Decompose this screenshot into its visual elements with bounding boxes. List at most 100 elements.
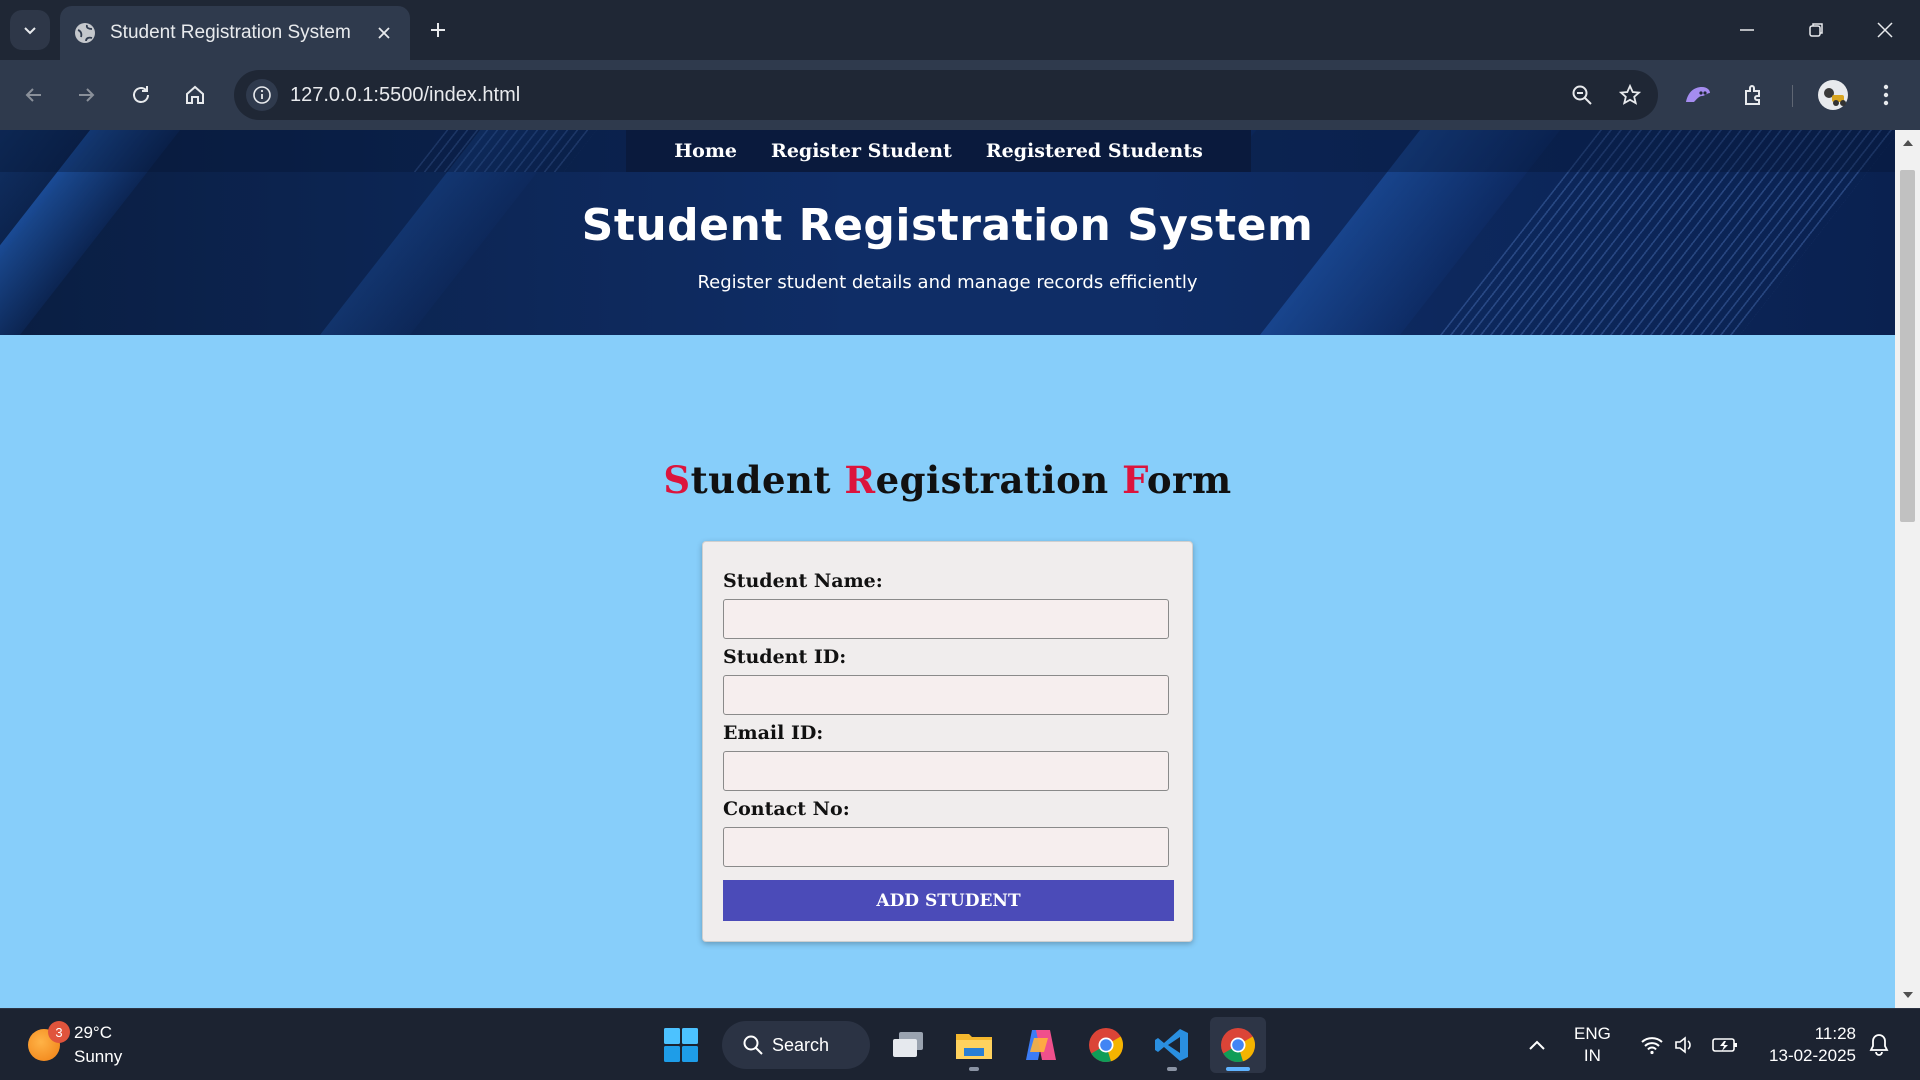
heading-word: egistration — [875, 458, 1123, 502]
task-view-icon — [893, 1032, 923, 1057]
weather-condition: Sunny — [74, 1047, 123, 1066]
taskbar-search[interactable]: Search — [722, 1021, 870, 1069]
volume-icon — [1675, 1036, 1691, 1054]
show-hidden-icons-button[interactable] — [1528, 1009, 1546, 1080]
extensions-button[interactable] — [1734, 75, 1774, 115]
windows-start-icon — [664, 1028, 698, 1062]
contact-no-input[interactable] — [723, 827, 1169, 867]
close-icon — [378, 27, 390, 39]
student-name-input[interactable] — [723, 599, 1169, 639]
vscode-button[interactable] — [1144, 1017, 1200, 1073]
heading-initial: F — [1122, 458, 1147, 502]
chrome-active-icon — [1221, 1028, 1256, 1063]
browser-tab[interactable]: Student Registration System — [60, 6, 410, 60]
contact-no-label: Contact No: — [723, 798, 850, 820]
email-id-label: Email ID: — [723, 722, 824, 744]
clock-time: 11:28 — [1814, 1024, 1856, 1043]
copilot-button[interactable] — [1012, 1017, 1068, 1073]
page-scrollbar[interactable] — [1895, 130, 1920, 1008]
weather-temp: 29°C — [74, 1023, 112, 1042]
reload-button[interactable] — [121, 75, 161, 115]
arrow-right-icon — [79, 88, 95, 102]
student-name-label: Student Name: — [723, 570, 883, 592]
search-label: Search — [772, 1034, 830, 1055]
minimize-button[interactable] — [1722, 10, 1772, 50]
form-heading: Student Registration Form — [0, 458, 1895, 502]
running-indicator — [1167, 1067, 1177, 1071]
arrow-left-icon — [25, 88, 41, 102]
task-view-button[interactable] — [880, 1017, 936, 1073]
wifi-icon — [1641, 1037, 1663, 1055]
chrome-active-button[interactable] — [1210, 1017, 1266, 1073]
tab-search-button[interactable] — [10, 10, 50, 50]
close-tab-button[interactable] — [372, 21, 396, 45]
profile-button[interactable] — [1813, 75, 1853, 115]
search-icon — [743, 1035, 763, 1055]
nav-register-student[interactable]: Register Student — [771, 140, 952, 162]
wifi-status[interactable] — [1640, 1009, 1664, 1080]
add-student-button[interactable]: ADD STUDENT — [723, 880, 1174, 921]
system-clock[interactable]: 11:28 13-02-2025 — [1756, 1023, 1856, 1067]
address-bar[interactable]: 127.0.0.1:5500/index.html — [234, 70, 1658, 120]
nav-home[interactable]: Home — [674, 140, 737, 162]
gemini-icon — [1686, 87, 1710, 102]
page-subtitle: Register student details and manage reco… — [697, 272, 1198, 293]
site-info-icon[interactable] — [246, 79, 278, 111]
forward-button[interactable] — [66, 75, 106, 115]
battery-status[interactable] — [1712, 1009, 1738, 1080]
url-text[interactable]: 127.0.0.1:5500/index.html — [290, 84, 1562, 107]
volume-status[interactable] — [1674, 1009, 1696, 1080]
weather-widget[interactable]: 3 29°C Sunny — [28, 1021, 122, 1069]
gemini-button[interactable] — [1678, 75, 1718, 115]
globe-icon — [75, 23, 95, 43]
chrome-icon — [1089, 1028, 1124, 1063]
copilot-icon — [1026, 1030, 1056, 1060]
page-viewport: Home Register Student Registered Student… — [0, 130, 1895, 1008]
nav-registered-students[interactable]: Registered Students — [986, 140, 1203, 162]
battery-charging-icon — [1712, 1038, 1737, 1052]
page-title: Student Registration System — [581, 200, 1314, 251]
start-button[interactable] — [653, 1017, 709, 1073]
reload-icon — [133, 86, 149, 103]
minimize-icon — [1740, 29, 1754, 31]
home-button[interactable] — [175, 75, 215, 115]
zoom-icon — [1572, 85, 1592, 105]
chevron-down-icon — [24, 27, 36, 35]
close-window-button[interactable] — [1860, 10, 1910, 50]
bookmark-button[interactable] — [1610, 75, 1650, 115]
scroll-down-arrow-icon[interactable] — [1901, 988, 1914, 1001]
hero-banner: Home Register Student Registered Student… — [0, 130, 1895, 335]
main-nav: Home Register Student Registered Student… — [626, 130, 1251, 172]
new-tab-button[interactable] — [422, 14, 454, 46]
browser-toolbar: 127.0.0.1:5500/index.html — [0, 60, 1920, 130]
windows-taskbar: 3 29°C Sunny Search ENG IN 11:28 13-02-2… — [0, 1008, 1920, 1080]
email-id-input[interactable] — [723, 751, 1169, 791]
scroll-up-arrow-icon[interactable] — [1901, 136, 1914, 149]
language-code: ENG — [1574, 1024, 1611, 1043]
restore-button[interactable] — [1791, 10, 1841, 50]
registration-form: Student Name: Student ID: Email ID: Cont… — [702, 541, 1193, 942]
scrollbar-thumb[interactable] — [1900, 170, 1915, 522]
file-explorer-icon — [956, 1034, 992, 1059]
more-vert-icon — [1883, 84, 1889, 106]
puzzle-icon — [1745, 85, 1760, 105]
language-indicator[interactable]: ENG IN — [1574, 1023, 1611, 1067]
back-button[interactable] — [14, 75, 54, 115]
heading-initial: S — [663, 458, 691, 502]
notification-badge: 3 — [48, 1021, 70, 1043]
restore-icon — [1809, 23, 1823, 37]
heading-word: orm — [1146, 458, 1232, 502]
chrome-taskbar-button[interactable] — [1078, 1017, 1134, 1073]
sun-icon: 3 — [28, 1021, 70, 1061]
toolbar-divider — [1792, 85, 1793, 107]
tab-title: Student Registration System — [110, 22, 351, 43]
avatar-icon — [1818, 80, 1848, 110]
notifications-button[interactable] — [1868, 1009, 1890, 1080]
student-id-input[interactable] — [723, 675, 1169, 715]
student-id-label: Student ID: — [723, 646, 847, 668]
weather-text: 29°C Sunny — [74, 1021, 122, 1069]
zoom-button[interactable] — [1562, 75, 1602, 115]
heading-initial: R — [844, 458, 876, 502]
file-explorer-button[interactable] — [946, 1017, 1002, 1073]
chrome-menu-button[interactable] — [1866, 75, 1906, 115]
